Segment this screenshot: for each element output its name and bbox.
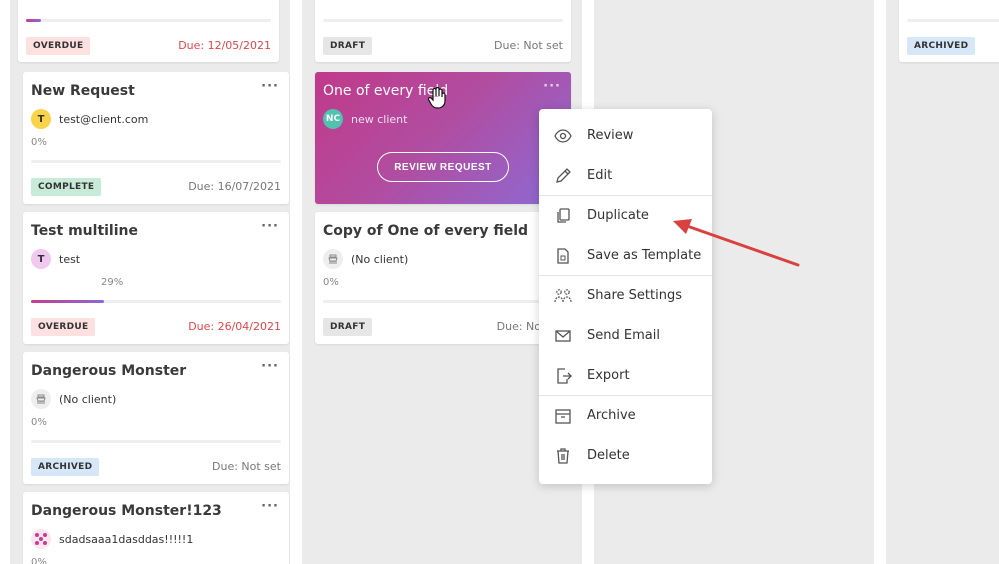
annotation-arrow-icon bbox=[673, 219, 800, 267]
